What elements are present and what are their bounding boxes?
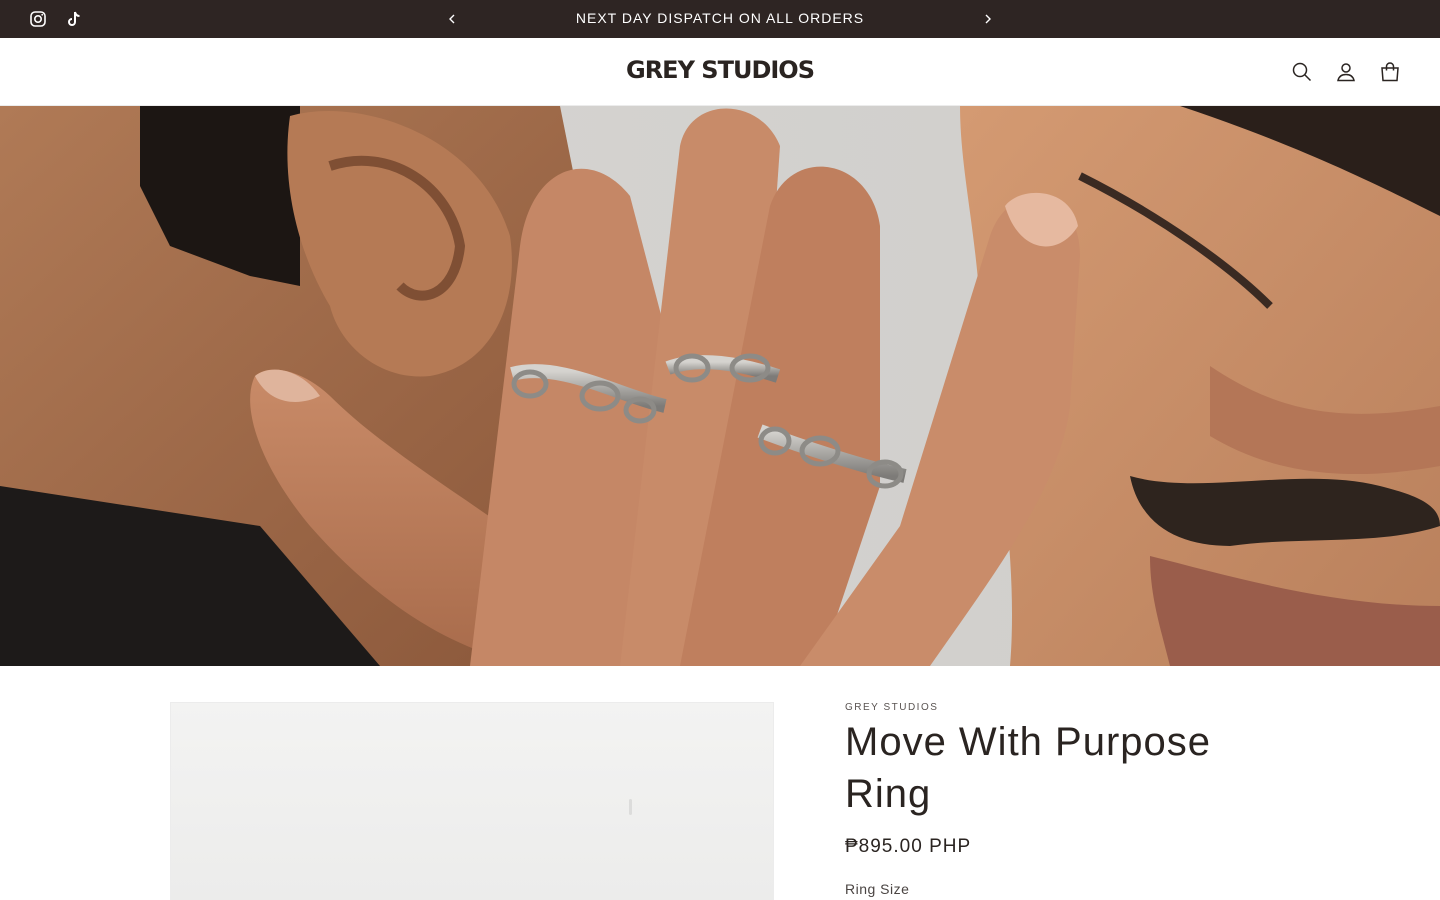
social-links — [28, 9, 84, 29]
search-icon[interactable] — [1290, 60, 1314, 84]
ring-size-label: Ring Size — [845, 881, 910, 897]
product-title: Move With Purpose Ring — [845, 720, 1212, 816]
announcement-bar: NEXT DAY DISPATCH ON ALL ORDERS — [0, 0, 1440, 38]
product-image-detail — [629, 799, 632, 815]
hero-illustration — [0, 106, 1440, 666]
tiktok-icon[interactable] — [64, 9, 84, 29]
chevron-left-icon[interactable] — [442, 9, 462, 29]
hero-banner-image — [0, 106, 1440, 666]
chevron-right-icon[interactable] — [978, 9, 998, 29]
announcement-text: NEXT DAY DISPATCH ON ALL ORDERS — [575, 10, 865, 26]
product-vendor: GREY STUDIOS — [845, 702, 939, 713]
cart-icon[interactable] — [1378, 60, 1402, 84]
site-header: GREY STUDIOS — [0, 38, 1440, 106]
product-image[interactable] — [170, 702, 774, 900]
site-logo[interactable]: GREY STUDIOS — [0, 56, 1440, 84]
instagram-icon[interactable] — [28, 9, 48, 29]
product-price: ₱895.00 PHP — [845, 836, 972, 857]
account-icon[interactable] — [1334, 60, 1358, 84]
